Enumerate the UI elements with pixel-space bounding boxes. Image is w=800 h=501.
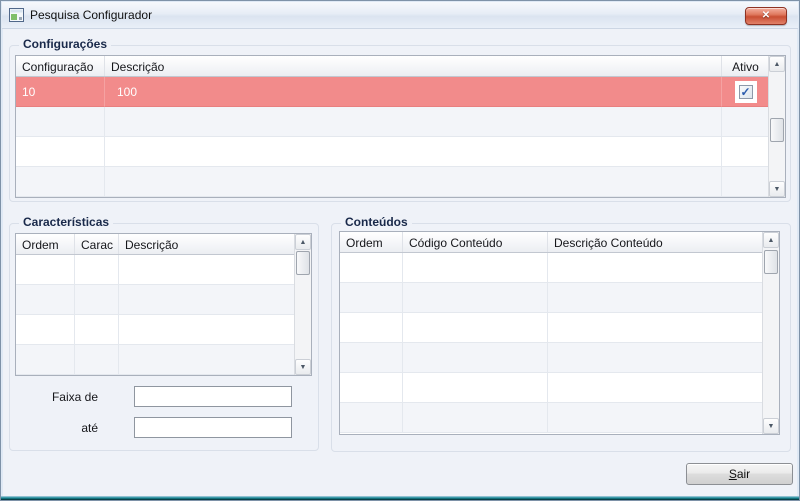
checkbox-field: ✓ (734, 80, 757, 103)
groupbox-conteudos-label: Conteúdos (341, 215, 412, 229)
chevron-down-icon: ▼ (773, 185, 781, 193)
cell-descricao: 100 (105, 77, 722, 107)
sair-button[interactable]: Sair (686, 463, 793, 485)
groupbox-configuracoes-label: Configurações (19, 37, 112, 51)
table-row[interactable] (16, 345, 311, 375)
close-button[interactable]: ✕ (745, 7, 787, 25)
scroll-up-button[interactable]: ▲ (295, 234, 311, 250)
caracteristicas-grid-header: Ordem Carac Descrição (16, 234, 311, 255)
chevron-up-icon: ▲ (773, 60, 781, 68)
column-header-carac[interactable]: Carac (75, 234, 119, 254)
chevron-up-icon: ▲ (299, 238, 307, 246)
column-header-configuracao[interactable]: Configuração (16, 56, 105, 76)
column-header-descricao[interactable]: Descrição (119, 234, 296, 254)
scrollbar-thumb[interactable] (764, 250, 778, 274)
table-row[interactable] (16, 107, 785, 137)
scrollbar-thumb[interactable] (770, 118, 784, 142)
scrollbar-thumb[interactable] (296, 251, 310, 275)
conteudos-grid-header: Ordem Código Conteúdo Descrição Conteúdo (340, 232, 779, 253)
table-row[interactable] (16, 315, 311, 345)
table-row-selected[interactable]: 10 100 ✓ (16, 77, 785, 107)
ate-input[interactable] (134, 417, 292, 438)
window-icon (9, 8, 24, 22)
caracteristicas-grid: Ordem Carac Descrição ▲ ▼ (15, 233, 312, 376)
table-row[interactable] (340, 343, 779, 373)
vertical-scrollbar[interactable]: ▲ ▼ (768, 56, 785, 197)
dialog-pesquisa-configurador: Pesquisa Configurador ✕ Configurações Co… (0, 0, 800, 501)
chevron-down-icon: ▼ (299, 363, 307, 371)
table-row[interactable] (16, 255, 311, 285)
chevron-down-icon: ▼ (767, 422, 775, 430)
sair-button-accesskey: S (728, 467, 737, 481)
scroll-down-button[interactable]: ▼ (295, 359, 311, 375)
checkmark-icon: ✓ (740, 84, 751, 99)
scroll-down-button[interactable]: ▼ (763, 418, 779, 434)
sair-button-label: air (736, 467, 751, 481)
close-icon: ✕ (761, 10, 771, 21)
configuracoes-grid: Configuração Descrição Ativo 10 100 ✓ ▲ … (15, 55, 786, 198)
vertical-scrollbar[interactable]: ▲ ▼ (762, 232, 779, 434)
dialog-body: Configurações Configuração Descrição Ati… (4, 29, 796, 496)
table-row[interactable] (16, 167, 785, 197)
chevron-up-icon: ▲ (767, 236, 775, 244)
table-row[interactable] (340, 403, 779, 433)
table-row[interactable] (16, 285, 311, 315)
scroll-up-button[interactable]: ▲ (769, 56, 785, 72)
table-row[interactable] (340, 373, 779, 403)
window-bottom-border (1, 496, 799, 500)
table-row[interactable] (16, 137, 785, 167)
table-row[interactable] (340, 253, 779, 283)
scroll-down-button[interactable]: ▼ (769, 181, 785, 197)
scroll-up-button[interactable]: ▲ (763, 232, 779, 248)
ate-label: até (81, 421, 98, 435)
ativo-checkbox[interactable]: ✓ (738, 84, 753, 99)
faixa-de-input[interactable] (134, 386, 292, 407)
column-header-descricao[interactable]: Descrição (105, 56, 722, 76)
column-header-descricao-conteudo[interactable]: Descrição Conteúdo (548, 232, 764, 252)
cell-configuracao: 10 (16, 77, 105, 107)
table-row[interactable] (340, 283, 779, 313)
conteudos-grid: Ordem Código Conteúdo Descrição Conteúdo (339, 231, 780, 435)
cell-ativo: ✓ (722, 77, 770, 107)
column-header-ordem[interactable]: Ordem (340, 232, 403, 252)
column-header-codigo-conteudo[interactable]: Código Conteúdo (403, 232, 548, 252)
column-header-ordem[interactable]: Ordem (16, 234, 75, 254)
table-row[interactable] (340, 313, 779, 343)
faixa-de-label: Faixa de (51, 390, 98, 404)
window-title: Pesquisa Configurador (30, 8, 153, 22)
groupbox-caracteristicas-label: Características (19, 215, 114, 229)
title-bar: Pesquisa Configurador ✕ (2, 2, 798, 29)
configuracoes-grid-header: Configuração Descrição Ativo (16, 56, 785, 77)
column-header-ativo[interactable]: Ativo (722, 56, 770, 76)
vertical-scrollbar[interactable]: ▲ ▼ (294, 234, 311, 375)
